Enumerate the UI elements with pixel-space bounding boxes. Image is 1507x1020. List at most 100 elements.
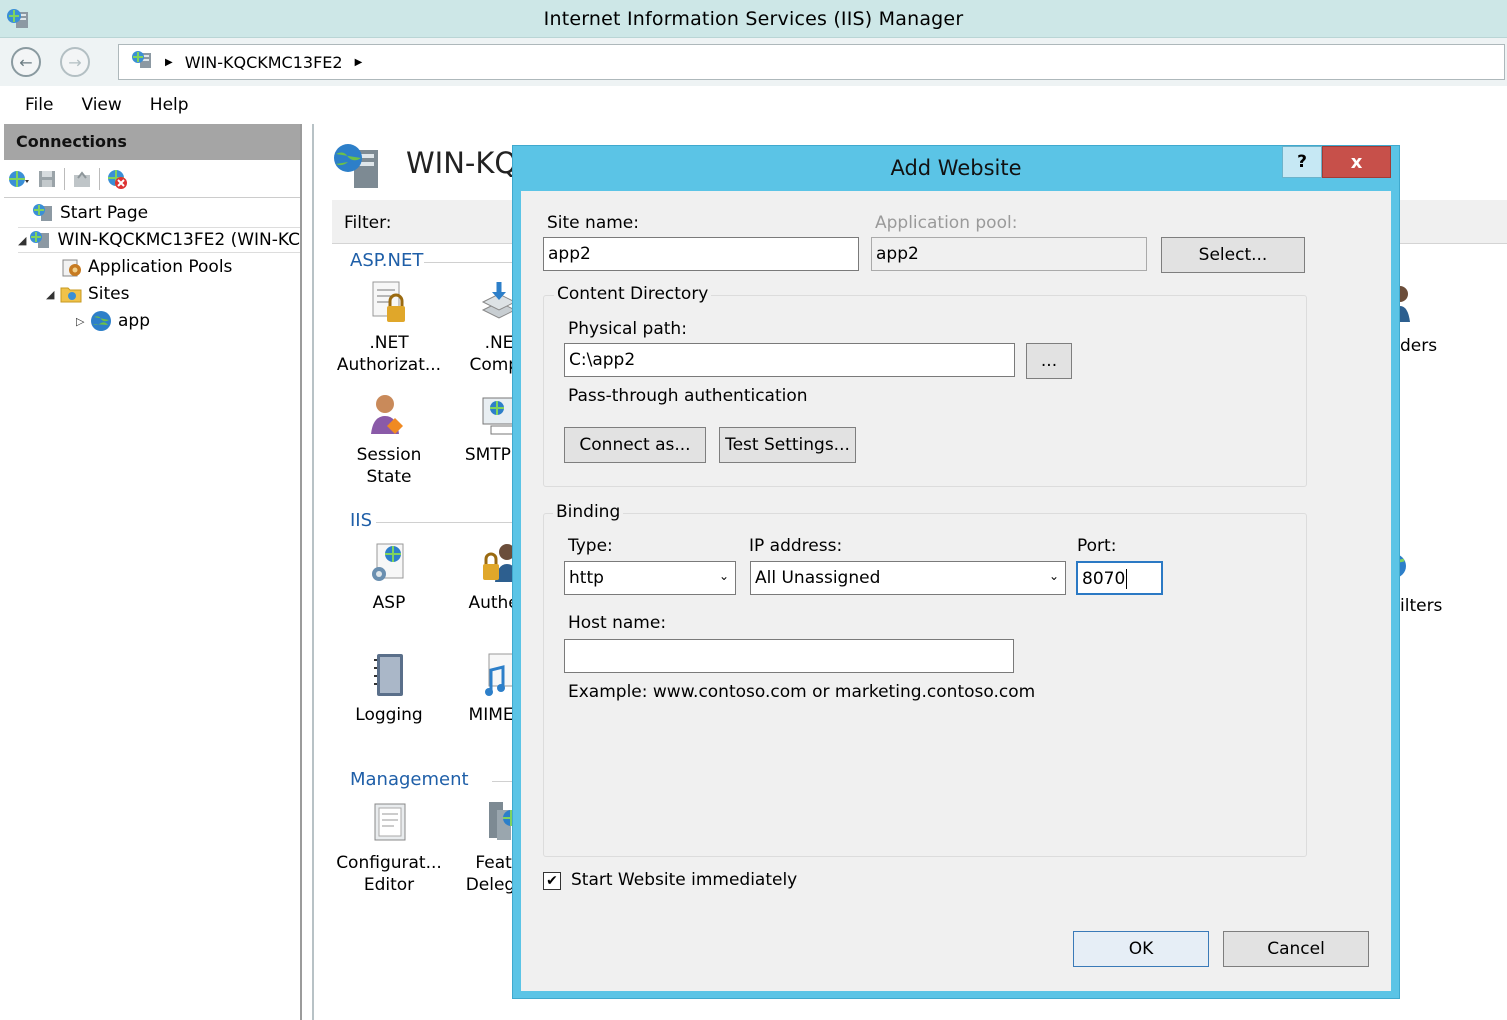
feature-label-line: Editor [363,875,415,895]
server-icon [332,142,384,196]
chevron-down-icon: ⌄ [1048,569,1059,583]
ip-address-label: IP address: [749,536,843,556]
feature-session-state[interactable]: Session State [334,392,444,488]
ok-button[interactable]: OK [1073,931,1209,967]
host-name-label: Host name: [568,613,667,633]
tree-item-app-pools[interactable]: Application Pools [46,254,232,280]
filter-label: Filter: [344,213,392,233]
start-page-icon [32,202,54,224]
start-website-checkbox[interactable]: ✔ [543,872,561,890]
breadcrumb-arrow-icon[interactable]: ▶ [355,57,363,68]
app-pool-field: app2 [871,237,1147,271]
feature-label-line: Session State [356,445,422,487]
tree-item-server[interactable]: ◢ WIN-KQCKMC13FE2 (WIN-KC [18,227,300,253]
feature-asp[interactable]: ASP [334,540,444,614]
physical-path-label: Physical path: [568,319,687,339]
feature-label-line: Authorizat... [336,355,442,375]
content-directory-title: Content Directory [554,284,712,304]
feature-configuration-editor[interactable]: Configurat... Editor [334,800,444,896]
forward-arrow-icon[interactable]: → [60,47,90,77]
divider [492,781,514,782]
divider [424,262,514,263]
ip-address-select-value: All Unassigned [755,568,881,588]
app-pool-label: Application pool: [875,213,1018,233]
toolbar-divider [99,167,100,190]
server-icon [29,229,51,251]
physical-path-input[interactable]: C:\app2 [564,343,1015,377]
ip-address-select[interactable]: All Unassigned ⌄ [750,561,1066,595]
type-label: Type: [568,536,613,556]
text-caret [1126,569,1128,589]
globe-icon [90,310,112,332]
tree-label-start-page: Start Page [60,203,149,223]
select-app-pool-button[interactable]: Select... [1161,237,1305,273]
host-name-example: Example: www.contoso.com or marketing.co… [568,682,1036,702]
net-authorization-icon [366,280,412,326]
connections-toolbar [4,160,300,198]
session-state-icon [366,392,412,438]
server-icon [131,50,153,74]
start-website-label[interactable]: Start Website immediately [571,870,797,890]
host-name-input[interactable] [564,639,1014,673]
address-bar-area: ← → ▶ WIN-KQCKMC13FE2 ▶ [0,38,1507,86]
chevron-down-icon: ⌄ [718,569,729,583]
menu-file[interactable]: File [25,95,53,115]
breadcrumb-server[interactable]: WIN-KQCKMC13FE2 [185,53,343,72]
toolbar-divider [64,167,65,190]
type-select[interactable]: http ⌄ [564,561,736,595]
close-icon: x [1350,151,1363,173]
save-icon[interactable] [36,168,58,190]
feature-net-authorization[interactable]: .NET Authorizat... [334,280,444,376]
site-name-label: Site name: [547,213,639,233]
dialog-title: Add Website [890,156,1022,180]
asp-icon [366,540,412,586]
connect-globe-icon[interactable] [8,168,30,190]
site-name-input[interactable]: app2 [543,237,859,271]
feature-partial-label[interactable]: ders [1400,336,1437,356]
feature-label-line: ASP [372,593,406,613]
tree-label-app: app [118,311,150,331]
logging-icon [366,652,412,698]
title-bar: Internet Information Services (IIS) Mana… [0,0,1507,38]
binding-title: Binding [553,502,624,522]
pass-through-label: Pass-through authentication [568,386,808,406]
dialog-body: Site name: Application pool: app2 app2 S… [521,191,1391,991]
add-website-dialog: Add Website ? x Site name: Application p… [512,145,1400,999]
type-select-value: http [569,568,604,588]
close-button[interactable]: x [1322,146,1391,178]
port-input[interactable]: 8070 [1076,561,1163,595]
port-label: Port: [1077,536,1117,556]
cancel-button[interactable]: Cancel [1223,931,1369,967]
feature-logging[interactable]: Logging [334,652,444,726]
window-title: Internet Information Services (IIS) Mana… [543,8,964,30]
expand-arrow-icon[interactable]: ▷ [76,315,90,328]
back-arrow-icon[interactable]: ← [11,47,41,77]
feature-label-line: Configurat... [336,853,442,873]
divider [376,522,516,523]
tree-item-app[interactable]: ▷ app [76,308,150,334]
test-settings-button[interactable]: Test Settings... [719,427,856,463]
menu-help[interactable]: Help [150,95,189,115]
breadcrumb-arrow-icon: ▶ [165,56,173,68]
group-label-iis: IIS [350,510,373,531]
configuration-editor-icon [366,800,412,846]
folder-icon [60,283,82,305]
page-title: WIN-KQ [406,146,518,180]
app-pools-icon [60,256,82,278]
up-folder-icon[interactable] [71,168,93,190]
menu-view[interactable]: View [81,95,121,115]
checkmark-icon: ✔ [546,873,558,889]
connect-as-button[interactable]: Connect as... [564,427,706,463]
connections-header: Connections [4,124,300,160]
tree-label-server: WIN-KQCKMC13FE2 (WIN-KC [57,230,300,250]
collapse-arrow-icon[interactable]: ◢ [46,288,60,301]
collapse-arrow-icon[interactable]: ◢ [18,234,29,247]
tree-item-sites[interactable]: ◢ Sites [46,281,130,307]
disconnect-icon[interactable] [106,168,128,190]
help-button[interactable]: ? [1282,146,1322,178]
address-breadcrumb[interactable]: ▶ WIN-KQCKMC13FE2 ▶ [118,44,1505,80]
feature-partial-label[interactable]: ilters [1400,596,1442,616]
tree-item-start-page[interactable]: Start Page [18,200,148,226]
browse-path-button[interactable]: ... [1026,343,1072,379]
connections-panel: Connections Start Page ◢ WIN-KQCKMC13FE2… [4,124,302,1020]
